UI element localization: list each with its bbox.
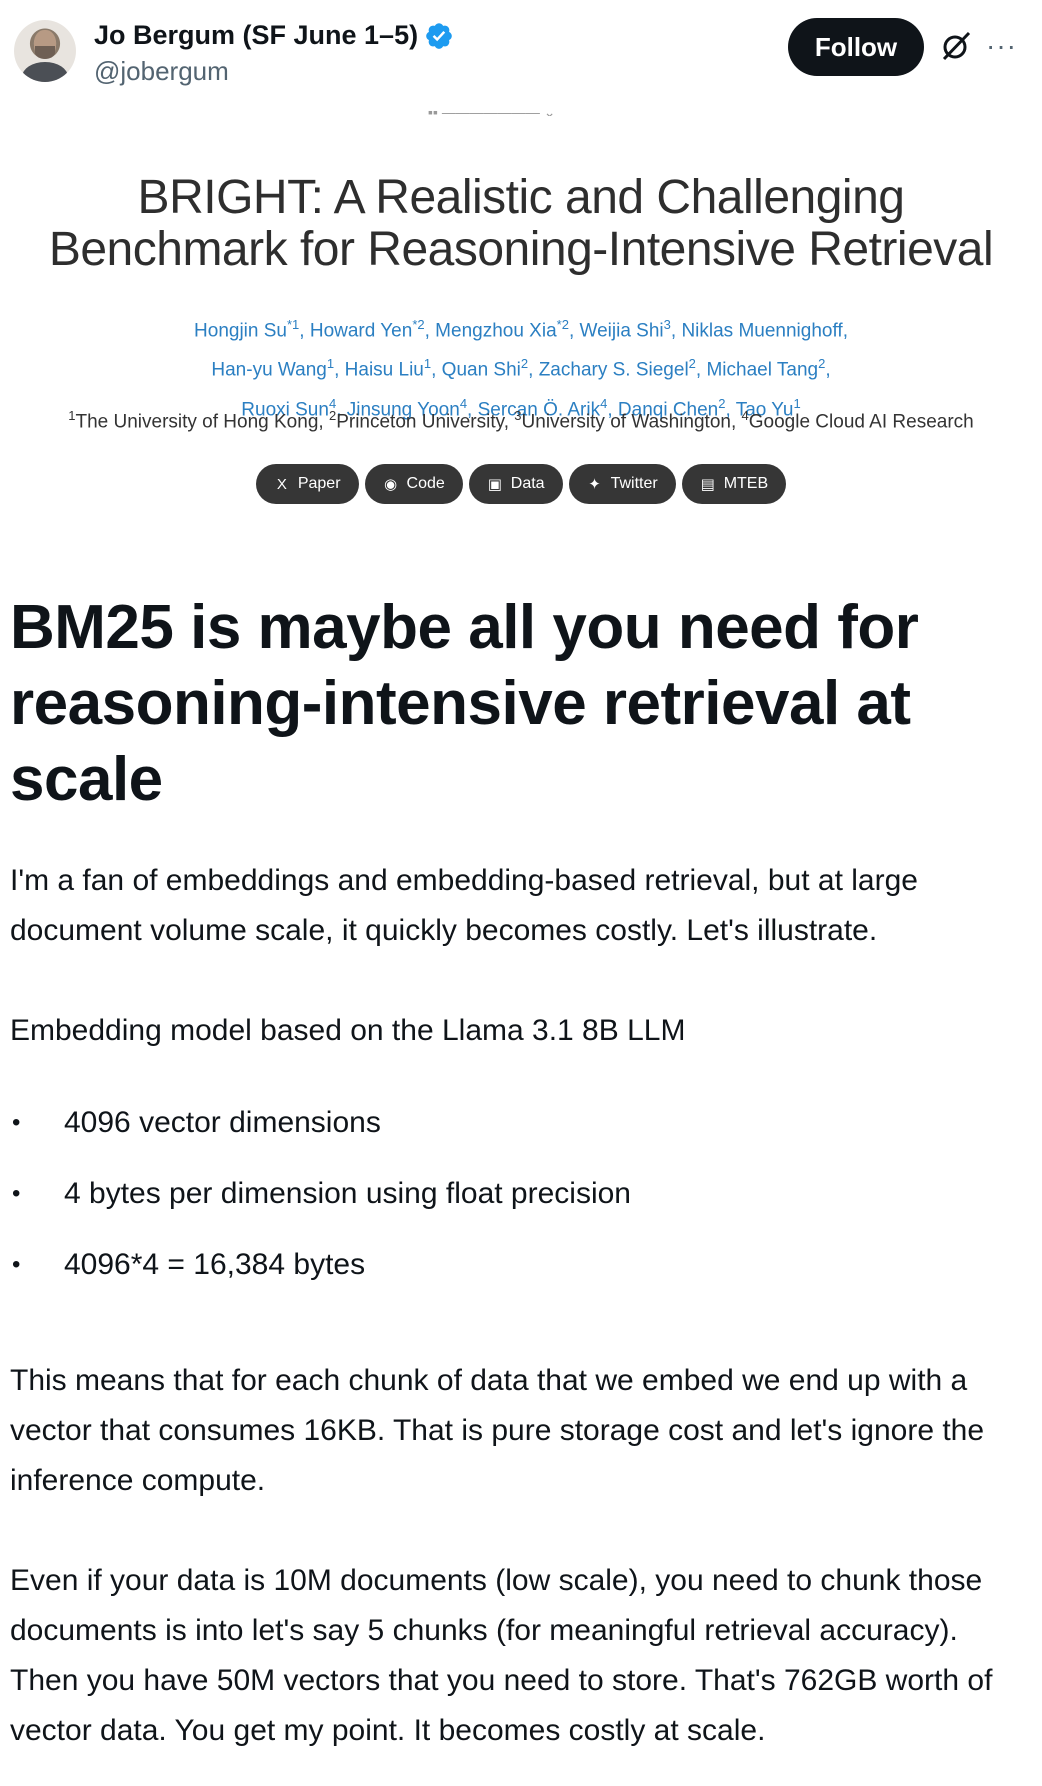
data-button-label: Data [510, 475, 545, 492]
paper-title-line: Benchmark for Reasoning-Intensive Retrie… [48, 223, 994, 276]
article-paragraph: I'm a fan of embeddings and embedding-ba… [10, 864, 918, 947]
affiliation: The University of Hong Kong [75, 411, 319, 433]
paper-title: BRIGHT: A Realistic and Challenging Benc… [0, 172, 1042, 276]
twitter-button[interactable]: ✦ Twitter [568, 464, 676, 504]
paper-link-buttons: X Paper ◉ Code ▣ Data ✦ Twitter ▤ MTEB [0, 464, 1042, 504]
paper-button[interactable]: X Paper [255, 464, 359, 504]
twitter-button-label: Twitter [610, 475, 658, 492]
mteb-button-label: MTEB [723, 475, 769, 492]
author-affil-mark: 2 [520, 356, 529, 372]
article-title: BM25 is maybe all you need for reasoning… [10, 593, 919, 814]
author-affil-mark: 1 [326, 356, 335, 372]
author-link[interactable]: Mengzhou Xia [435, 320, 556, 341]
book-icon: ▤ [700, 476, 715, 493]
follow-button[interactable]: Follow [788, 18, 924, 76]
author-affil-mark: 1 [423, 356, 432, 372]
code-button[interactable]: ◉ Code [364, 464, 463, 504]
author-link[interactable]: Howard Yen [310, 320, 412, 341]
author-link[interactable]: Zachary S. Siegel [539, 360, 689, 381]
bullet-icon: • [12, 1180, 21, 1207]
avatar-shoulders [22, 62, 68, 82]
code-button-label: Code [406, 475, 445, 492]
paper-screenshot-image[interactable]: ▪▪ ——————— ⌄ BRIGHT: A Realistic and Cha… [0, 100, 1042, 520]
author-link[interactable]: Quan Shi [442, 360, 521, 381]
author-affil-mark: *2 [556, 317, 569, 332]
avatar-beard [35, 46, 55, 59]
more-options-icon[interactable]: ··· [986, 26, 1018, 66]
author-link[interactable]: Hongjin Su [194, 320, 287, 341]
affil-mark: 4 [741, 408, 749, 423]
author-link[interactable]: Weijia Shi [580, 320, 664, 341]
author-affil-mark: 3 [663, 317, 671, 332]
article-paragraph: This means that for each chunk of data t… [10, 1364, 985, 1497]
cropped-nav-remnant: ▪▪ ——————— ⌄ [428, 104, 556, 116]
affil-mark: 3 [514, 408, 522, 423]
article-paragraph: Even if your data is 10M documents (low … [10, 1564, 993, 1747]
bullet-icon: • [12, 1109, 21, 1136]
post-header: Jo Bergum (SF June 1–5) @jobergum Follow… [0, 0, 1042, 100]
author-name[interactable]: Jo Bergum (SF June 1–5) [94, 20, 418, 51]
data-button[interactable]: ▣ Data [468, 464, 563, 504]
article-paragraph: Embedding model based on the Llama 3.1 8… [10, 1014, 686, 1047]
list-item-text: 4096*4 = 16,384 bytes [64, 1248, 366, 1281]
author-name-row[interactable]: Jo Bergum (SF June 1–5) [94, 20, 454, 51]
authors-line: Hongjin Su*1, Howard Yen*2, Mengzhou Xia… [194, 317, 848, 342]
bullet-list: • 4096 vector dimensions • 4 bytes per dim… [10, 1098, 1010, 1311]
author-link[interactable]: Han-yu Wang [211, 360, 326, 381]
list-item-text: 4 bytes per dimension using float precis… [64, 1177, 631, 1210]
arxiv-icon: X [276, 475, 287, 493]
paper-button-label: Paper [297, 475, 341, 492]
author-link[interactable]: Haisu Liu [345, 360, 424, 381]
author-link[interactable]: Michael Tang [706, 360, 818, 381]
list-item: • 4 bytes per dimension using float preci… [10, 1169, 1010, 1240]
grok-icon[interactable] [938, 28, 974, 64]
author-affil-mark: *2 [412, 317, 425, 332]
affiliation: Princeton University [336, 411, 504, 433]
paper-title-line: BRIGHT: A Realistic and Challenging [137, 171, 905, 224]
twitter-icon: ✦ [588, 476, 601, 493]
author-handle[interactable]: @jobergum [94, 56, 229, 87]
verified-badge-icon [426, 22, 452, 49]
author-link[interactable]: Niklas Muennighoff [681, 320, 842, 341]
author-affil-mark: 2 [688, 356, 696, 372]
list-item-text: 4096 vector dimensions [64, 1106, 381, 1139]
affiliation: Google Cloud AI Research [748, 411, 974, 433]
avatar[interactable] [14, 20, 76, 82]
list-item: • 4096*4 = 16,384 bytes [10, 1240, 1010, 1311]
paper-affiliations: 1The University of Hong Kong, 2Princeton… [68, 408, 974, 433]
list-item: • 4096 vector dimensions [10, 1098, 1010, 1169]
author-affil-mark: *1 [286, 317, 300, 332]
github-icon: ◉ [383, 476, 398, 493]
author-affil-mark: 2 [818, 356, 826, 372]
affiliation: University of Washington [521, 411, 731, 433]
bullet-icon: • [12, 1251, 21, 1278]
authors-line: Han-yu Wang1, Haisu Liu1, Quan Shi2, Zac… [211, 356, 831, 381]
mteb-button[interactable]: ▤ MTEB [681, 464, 787, 504]
image-icon: ▣ [487, 476, 502, 493]
